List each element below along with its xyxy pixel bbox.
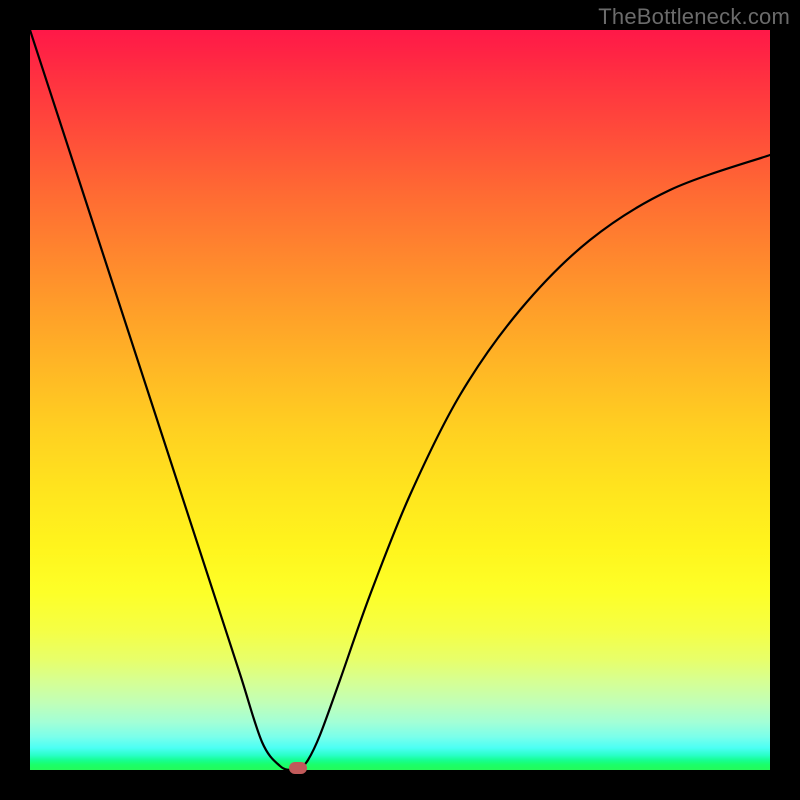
optimal-point-marker [289,762,307,774]
watermark-text: TheBottleneck.com [598,4,790,30]
bottleneck-curve [30,30,770,770]
curve-path [30,30,770,770]
